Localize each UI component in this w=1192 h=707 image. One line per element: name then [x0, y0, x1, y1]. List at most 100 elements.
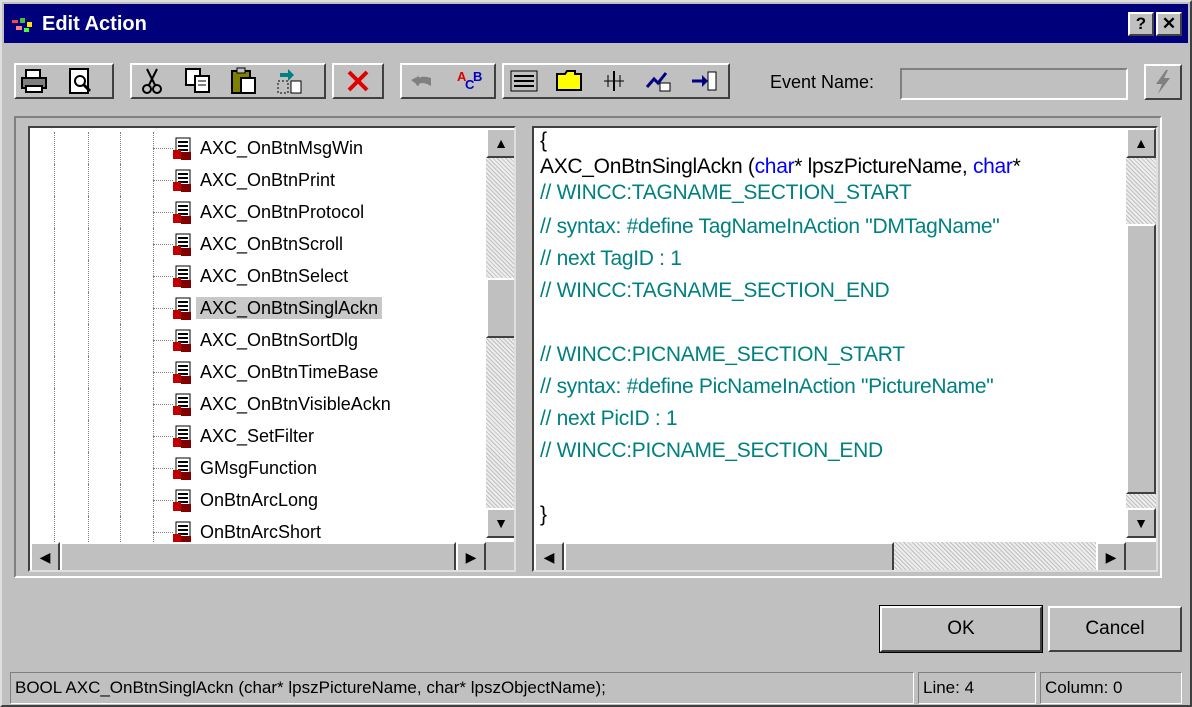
folder-icon[interactable] [554, 65, 586, 97]
tree-item[interactable]: GMsgFunction [30, 452, 490, 484]
tree-item[interactable]: AXC_SetFilter [30, 420, 490, 452]
edit-action-dialog: Edit Action ? ✕ ACB Event Name: AXC_OnBt… [0, 0, 1192, 707]
code-line: // syntax: #define TagNameInAction "DMTa… [540, 215, 1000, 238]
app-icon [12, 18, 32, 32]
import-icon[interactable] [688, 65, 720, 97]
tree-guide-line [88, 452, 90, 484]
tree-item[interactable]: AXC_OnBtnMsgWin [30, 132, 490, 164]
code-line: // WINCC:PICNAME_SECTION_START [540, 343, 905, 366]
tree-item-label: AXC_OnBtnScroll [200, 234, 344, 254]
tree-connector [153, 244, 173, 245]
code-hscroll-thumb[interactable] [564, 542, 894, 570]
tree-scroll-thumb[interactable] [486, 278, 514, 338]
help-button[interactable]: ? [1128, 12, 1154, 36]
function-tree[interactable]: AXC_OnBtnMsgWin AXC_OnBtnPrint AXC_OnBtnPr… [28, 126, 516, 572]
cut-icon[interactable] [136, 65, 168, 97]
replace-icon[interactable] [274, 65, 306, 97]
status-column: Column: 0 [1040, 672, 1182, 704]
tree-item[interactable]: AXC_OnBtnSinglAckn [30, 292, 490, 324]
lightning-icon [1156, 70, 1170, 94]
cancel-button[interactable]: Cancel [1048, 606, 1182, 652]
tree-guide-line [54, 388, 56, 420]
delete-icon[interactable] [342, 65, 374, 97]
tree-item[interactable]: AXC_OnBtnSortDlg [30, 324, 490, 356]
tree-connector [153, 372, 173, 373]
function-file-icon [173, 201, 191, 224]
tree-guide-line [54, 260, 56, 292]
status-line: Line: 4 [918, 672, 1036, 704]
code-scroll-thumb[interactable] [1126, 224, 1156, 494]
tree-guide-line [120, 484, 122, 516]
undo-icon[interactable] [406, 65, 438, 97]
event-select-button[interactable] [1144, 64, 1182, 100]
tree-item[interactable]: AXC_OnBtnPrint [30, 164, 490, 196]
tree-scroll-left-button[interactable]: ◀ [30, 542, 60, 570]
tree-hscroll-thumb[interactable] [60, 542, 456, 570]
code-scroll-down-button[interactable]: ▼ [1126, 508, 1156, 538]
tree-guide-line [120, 452, 122, 484]
paste-icon[interactable] [228, 65, 260, 97]
tree-connector [153, 212, 173, 213]
code-line: // syntax: #define PicNameInAction "Pict… [540, 375, 994, 398]
tree-connector [153, 308, 173, 309]
title-bar[interactable]: Edit Action ? ✕ [4, 4, 1188, 43]
spell-check-icon[interactable]: ACB [454, 65, 486, 97]
svg-text:B: B [473, 69, 482, 84]
tree-item-label: GMsgFunction [200, 458, 318, 478]
tree-connector [153, 468, 173, 469]
tree-item-label: OnBtnArcShort [200, 522, 322, 542]
tree-guide-line [88, 484, 90, 516]
tree-connector [153, 276, 173, 277]
code-line: AXC_OnBtnSinglAckn (char* lpszPictureNam… [540, 155, 1021, 178]
tree-item[interactable]: AXC_OnBtnScroll [30, 228, 490, 260]
tree-scroll-up-button[interactable]: ▲ [486, 128, 514, 158]
export-icon[interactable] [642, 65, 674, 97]
event-name-field[interactable] [900, 68, 1128, 100]
tree-connector [153, 340, 173, 341]
tree-guide-line [88, 292, 90, 324]
tree-item-label: AXC_OnBtnSinglAckn [196, 297, 383, 319]
tree-item[interactable]: AXC_OnBtnTimeBase [30, 356, 490, 388]
tree-connector [153, 436, 173, 437]
tree-guide-line [54, 420, 56, 452]
code-line: // next TagID : 1 [540, 247, 682, 270]
tree-item-label: AXC_OnBtnSelect [200, 266, 349, 286]
tree-guide-line [88, 196, 90, 228]
tree-guide-line [54, 132, 56, 164]
tree-guide-line [120, 260, 122, 292]
print-preview-icon[interactable] [64, 65, 96, 97]
insert-icon[interactable] [508, 65, 540, 97]
tree-connector [153, 532, 173, 533]
tree-item[interactable]: OnBtnArcLong [30, 484, 490, 516]
function-file-icon [173, 393, 191, 416]
tree-item[interactable]: AXC_OnBtnProtocol [30, 196, 490, 228]
tree-item[interactable]: AXC_OnBtnSelect [30, 260, 490, 292]
tree-guide-line [88, 164, 90, 196]
code-line: // WINCC:TAGNAME_SECTION_END [540, 279, 890, 302]
tree-scroll-right-button[interactable]: ▶ [456, 542, 486, 570]
close-button[interactable]: ✕ [1156, 12, 1182, 36]
tag-icon[interactable] [598, 65, 630, 97]
ok-button[interactable]: OK [879, 605, 1043, 653]
code-scroll-right-button[interactable]: ▶ [1096, 542, 1126, 570]
copy-icon[interactable] [182, 65, 214, 97]
tree-guide-line [54, 164, 56, 196]
tree-scroll-down-button[interactable]: ▼ [486, 508, 514, 538]
tree-guide-line [54, 292, 56, 324]
event-name-label: Event Name: [770, 72, 875, 92]
tree-guide-line [88, 132, 90, 164]
tree-item-label: AXC_OnBtnVisibleAckn [200, 394, 391, 414]
tree-guide-line [120, 292, 122, 324]
code-scroll-left-button[interactable]: ◀ [534, 542, 564, 570]
window-title: Edit Action [42, 13, 147, 35]
code-scroll-up-button[interactable]: ▲ [1126, 128, 1156, 158]
tree-guide-line [120, 420, 122, 452]
function-file-icon [173, 425, 191, 448]
printer-icon[interactable] [18, 65, 50, 97]
tree-item-label: OnBtnArcLong [200, 490, 319, 510]
function-file-icon [173, 329, 191, 352]
code-line: // WINCC:TAGNAME_SECTION_START [540, 181, 912, 204]
tree-item-label: AXC_OnBtnMsgWin [200, 138, 364, 158]
tree-item[interactable]: AXC_OnBtnVisibleAckn [30, 388, 490, 420]
code-editor[interactable]: { AXC_OnBtnSinglAckn (char* lpszPictureN… [532, 126, 1158, 572]
